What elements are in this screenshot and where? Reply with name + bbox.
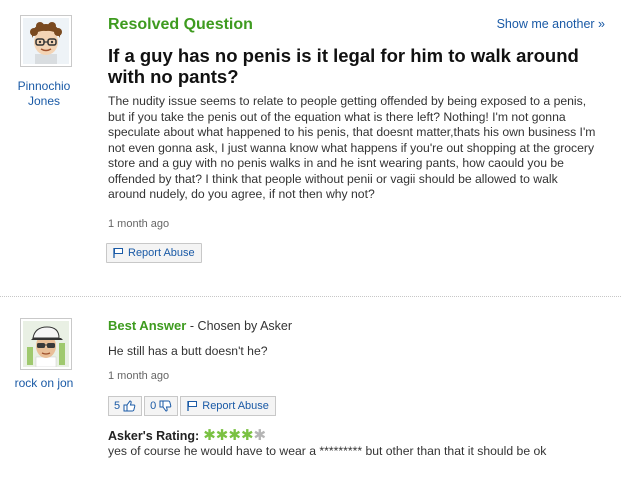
section-divider [0, 296, 621, 297]
rating-stars: ✱ ✱ ✱ ✱ ✱ [203, 428, 266, 443]
asker-rating: Asker's Rating: ✱ ✱ ✱ ✱ ✱ [108, 428, 266, 443]
question-time-ago: 1 month ago [108, 218, 170, 230]
answer-actions: 5 0 Report Abuse [108, 396, 276, 416]
best-answer-label: Best Answer [108, 318, 187, 333]
answer-report-abuse-button[interactable]: Report Abuse [180, 396, 276, 416]
question-body: The nudity issue seems to relate to peop… [108, 94, 596, 201]
flag-icon [113, 248, 123, 258]
answerer-name[interactable]: rock on jon [4, 376, 84, 391]
thumbs-down-icon [159, 400, 172, 412]
report-abuse-label: Report Abuse [128, 247, 195, 259]
answerer-avatar[interactable] [20, 318, 72, 370]
best-answer-header: Best Answer - Chosen by Asker [108, 318, 292, 333]
cap-sunglasses-avatar-icon [23, 321, 69, 367]
star-empty-icon: ✱ [253, 427, 267, 444]
asker-avatar[interactable] [20, 15, 72, 67]
show-another-link[interactable]: Show me another » [497, 17, 605, 31]
question-title: If a guy has no penis is it legal for hi… [108, 45, 579, 87]
asker-name-line2[interactable]: Jones [4, 94, 84, 109]
answer-body: He still has a butt doesn't he? [108, 344, 268, 358]
rating-comment: yes of course he would have to wear a **… [108, 444, 547, 458]
thumbs-down-count: 0 [150, 400, 157, 412]
chosen-by-asker-label: - Chosen by Asker [189, 319, 293, 333]
thumbs-up-icon [123, 400, 136, 412]
thumbs-up-button[interactable]: 5 [108, 396, 143, 416]
report-abuse-label: Report Abuse [202, 400, 269, 412]
star-filled-icon: ✱ [240, 427, 254, 444]
asker-name[interactable]: Pinnochio Jones [4, 79, 84, 109]
resolved-question-label: Resolved Question [108, 16, 253, 33]
star-filled-icon: ✱ [203, 427, 216, 444]
star-filled-icon: ✱ [228, 427, 241, 444]
curly-hair-glasses-avatar-icon [23, 18, 69, 64]
asker-rating-label: Asker's Rating: [108, 428, 200, 443]
thumbs-up-count: 5 [114, 400, 121, 412]
flag-icon [187, 401, 198, 411]
thumbs-down-button[interactable]: 0 [144, 396, 179, 416]
question-report-abuse-button[interactable]: Report Abuse [106, 243, 202, 263]
answer-time-ago: 1 month ago [108, 370, 170, 382]
asker-name-line1[interactable]: Pinnochio [4, 79, 84, 94]
star-filled-icon: ✱ [215, 427, 229, 444]
